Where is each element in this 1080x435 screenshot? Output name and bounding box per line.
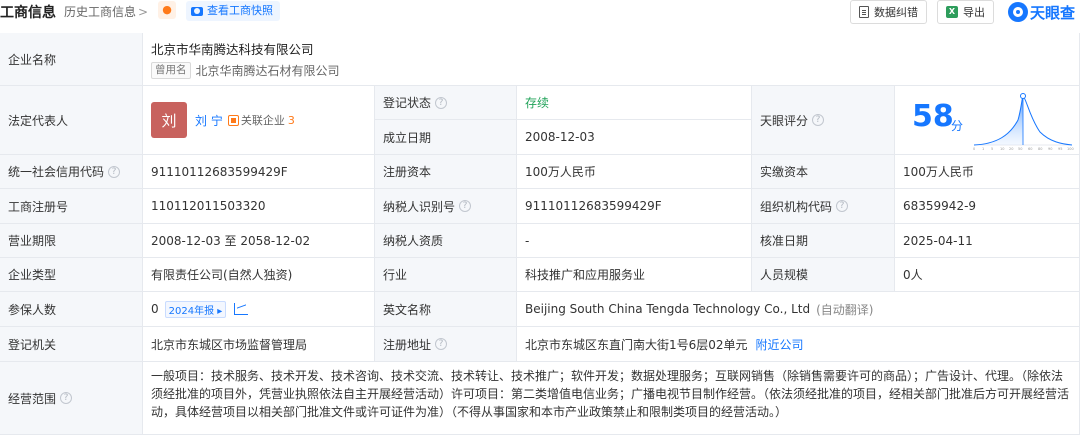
registered-address-value: 北京市东城区东直门南大街1号6层02单元: [525, 337, 748, 352]
eye-logo-icon: [1008, 2, 1028, 22]
related-company-link[interactable]: 关联企业: [241, 112, 285, 128]
tianyancha-logo: 天眼查: [1008, 0, 1075, 24]
established-value: 2008-12-03: [517, 120, 752, 155]
label-business-scope: 经营范围?: [0, 362, 143, 435]
label-paid-capital: 实缴资本: [752, 155, 895, 189]
camera-icon: [191, 6, 203, 16]
svg-text:90: 90: [1048, 147, 1052, 151]
label-company-type: 企业类型: [0, 258, 143, 292]
credit-code-value: 91110112683599429F: [143, 155, 375, 189]
label-registered-capital: 注册资本: [375, 155, 517, 189]
org-code-value: 68359942-9: [895, 189, 1080, 224]
label-staff-size: 人员规模: [752, 258, 895, 292]
score-distribution-curve: 0 1 5 10 20 50 60 80 90 95 100: [973, 93, 1074, 151]
legal-rep-cell: 刘 刘 宁 关联企业 3: [143, 86, 375, 155]
legal-rep-avatar[interactable]: 刘: [151, 102, 187, 138]
score-unit: 分: [951, 119, 964, 133]
label-credit-code: 统一社会信用代码?: [0, 155, 143, 189]
former-name: 曾用名 北京华南腾达石材有限公司: [151, 62, 340, 79]
company-name-cell: 北京市华南腾达科技有限公司 曾用名 北京华南腾达石材有限公司: [143, 33, 1080, 86]
registration-authority-value: 北京市东城区市场监督管理局: [143, 327, 375, 362]
help-icon[interactable]: ?: [60, 392, 73, 404]
trend-chart-icon[interactable]: [234, 303, 249, 315]
paid-capital-value: 100万人民币: [895, 155, 1080, 189]
business-scope-value: 一般项目：技术服务、技术开发、技术咨询、技术交流、技术转让、技术推广；软件开发；…: [143, 362, 1080, 435]
export-button[interactable]: X 导出: [937, 0, 994, 24]
business-reg-no-value: 110112011503320: [143, 189, 375, 224]
svg-text:50: 50: [1018, 147, 1022, 151]
bell-icon[interactable]: ●: [158, 1, 176, 19]
chevron-right-icon: >: [138, 5, 149, 19]
label-registration-authority: 登记机关: [0, 327, 143, 362]
label-reg-status: 登记状态?: [375, 86, 517, 120]
label-company-name: 企业名称: [0, 33, 143, 86]
score-value: 58: [912, 99, 954, 134]
label-business-reg-no: 工商注册号: [0, 189, 143, 224]
help-icon[interactable]: ?: [435, 338, 448, 350]
label-taxpayer-id: 纳税人识别号?: [375, 189, 517, 224]
insured-count-cell: 0 2024年报 ▸: [143, 292, 375, 327]
taxpayer-qualification-value: -: [517, 224, 752, 258]
former-name-value: 北京华南腾达石材有限公司: [195, 64, 340, 78]
staff-size-value: 0人: [895, 258, 1080, 292]
excel-icon: X: [946, 6, 958, 18]
legal-rep-name[interactable]: 刘 宁: [195, 112, 223, 129]
help-icon[interactable]: ?: [812, 114, 825, 126]
label-registered-address: 注册地址?: [375, 327, 517, 362]
label-taxpayer-qualification: 纳税人资质: [375, 224, 517, 258]
english-name-cell: Beijing South China Tengda Technology Co…: [517, 292, 1080, 327]
section-title: 工商信息: [0, 5, 56, 21]
label-english-name: 英文名称: [375, 292, 517, 327]
industry-value: 科技推广和应用服务业: [517, 258, 752, 292]
data-correction-button[interactable]: 数据纠错: [850, 0, 927, 24]
former-name-tag: 曾用名: [151, 62, 191, 79]
company-name: 北京市华南腾达科技有限公司: [151, 42, 314, 57]
business-term-value: 2008-12-03 至 2058-12-02: [143, 224, 375, 258]
history-link[interactable]: 历史工商信息 >: [64, 3, 148, 20]
label-insured-count: 参保人数: [0, 292, 143, 327]
svg-text:60: 60: [1028, 147, 1032, 151]
svg-text:100: 100: [1067, 147, 1074, 151]
snapshot-button[interactable]: 查看工商快照: [186, 1, 280, 21]
nearby-companies-link[interactable]: 附近公司: [756, 336, 804, 353]
svg-text:1: 1: [982, 147, 984, 151]
label-legal-rep: 法定代表人: [0, 86, 143, 155]
registered-address-cell: 北京市东城区东直门南大街1号6层02单元 附近公司: [517, 327, 1080, 362]
label-industry: 行业: [375, 258, 517, 292]
label-org-code: 组织机构代码?: [752, 189, 895, 224]
label-business-term: 营业期限: [0, 224, 143, 258]
label-established: 成立日期: [375, 120, 517, 155]
help-icon[interactable]: ?: [459, 200, 472, 212]
reg-status-value: 存续: [517, 86, 752, 120]
registered-capital-value: 100万人民币: [517, 155, 752, 189]
svg-text:10: 10: [1000, 147, 1004, 151]
section-header: 工商信息 历史工商信息 > ● 查看工商快照 数据纠错 X 导出 天眼查: [0, 0, 1080, 26]
svg-text:5: 5: [991, 147, 993, 151]
approval-date-value: 2025-04-11: [895, 224, 1080, 258]
svg-text:95: 95: [1058, 147, 1062, 151]
insured-count-value: 0: [151, 302, 159, 316]
svg-text:0: 0: [973, 147, 975, 151]
help-icon[interactable]: ?: [435, 96, 448, 109]
document-icon: [859, 6, 869, 18]
related-company-count: 3: [287, 113, 295, 127]
auto-translate-note: (自动翻译): [816, 302, 874, 317]
help-icon[interactable]: ?: [108, 165, 121, 178]
label-tianyan-score: 天眼评分?: [752, 86, 895, 155]
label-approval-date: 核准日期: [752, 224, 895, 258]
annual-report-tag[interactable]: 2024年报 ▸: [164, 300, 227, 318]
company-type-value: 有限责任公司(自然人独资): [143, 258, 375, 292]
help-icon[interactable]: ?: [836, 200, 849, 212]
svg-text:80: 80: [1038, 147, 1042, 151]
related-company-icon: [227, 114, 239, 126]
taxpayer-id-value: 91110112683599429F: [517, 189, 752, 224]
svg-text:20: 20: [1009, 147, 1013, 151]
english-name-value: Beijing South China Tengda Technology Co…: [525, 302, 811, 316]
